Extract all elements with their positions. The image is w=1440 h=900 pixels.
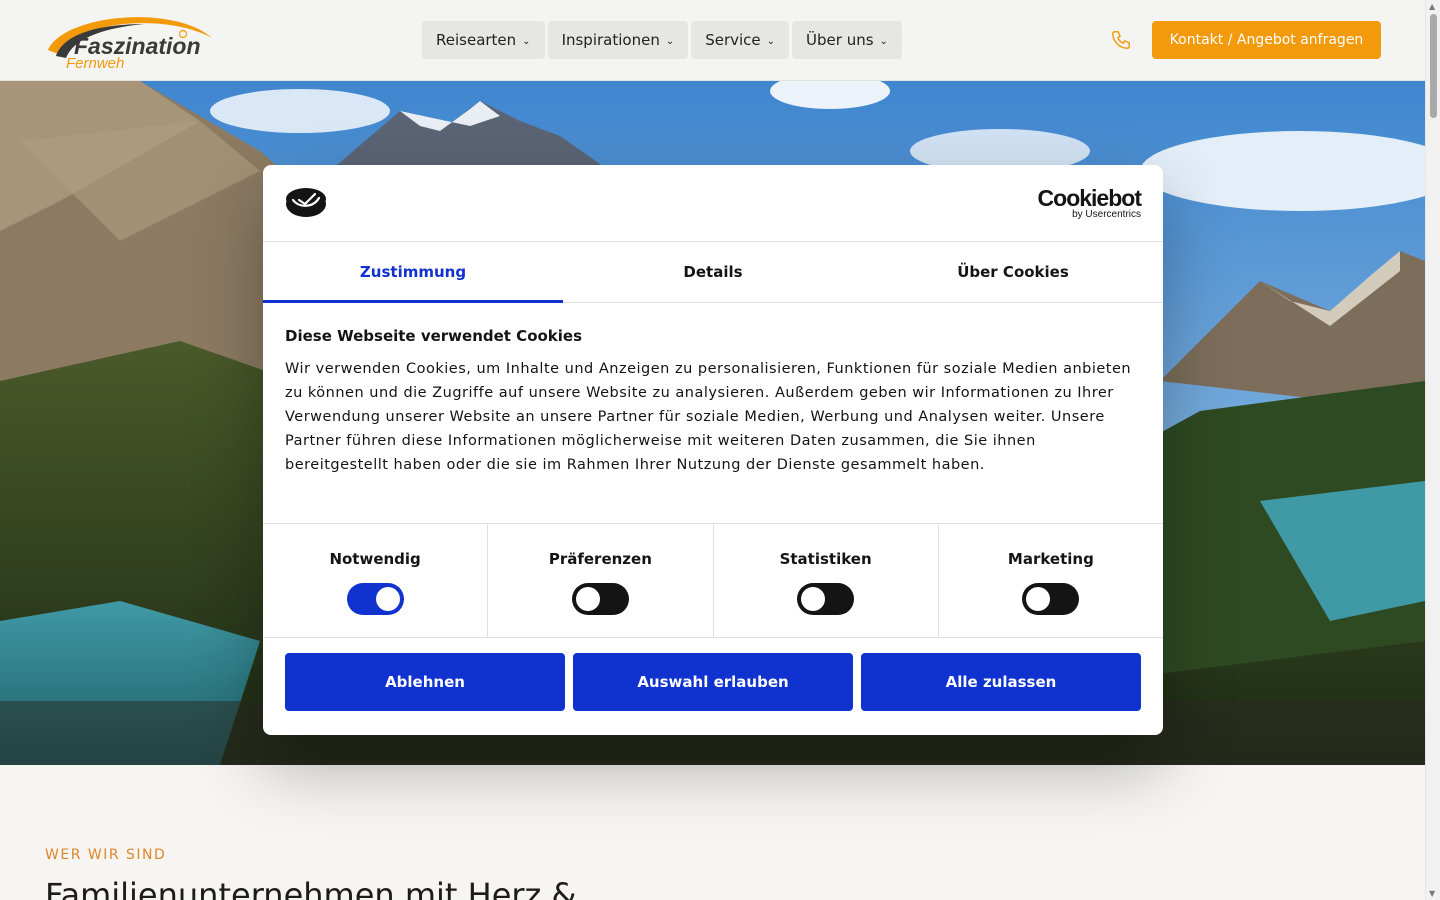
allow-all-button[interactable]: Alle zulassen (861, 653, 1141, 711)
tab-details[interactable]: Details (563, 242, 863, 302)
toggle-knob (801, 587, 826, 611)
section-title: Familienunternehmen mit Herz & (45, 876, 577, 900)
nav-item-label: Inspirationen (561, 31, 660, 49)
main-nav: Reisearten ⌄ Inspirationen ⌄ Service ⌄ Ü… (422, 21, 902, 59)
toggle-knob (375, 587, 400, 611)
scrollbar-thumb[interactable] (1430, 14, 1437, 118)
nav-item-label: Reisearten (436, 31, 517, 49)
cookiebot-name: Cookiebot (1037, 185, 1142, 211)
cookie-actions: Ablehnen Auswahl erlauben Alle zulassen (263, 638, 1163, 711)
nav-item-reisearten[interactable]: Reisearten ⌄ (422, 21, 545, 59)
contact-cta-button[interactable]: Kontakt / Angebot anfragen (1152, 21, 1381, 59)
toggle-statistiken[interactable] (797, 583, 855, 615)
cookie-tabs: Zustimmung Details Über Cookies (263, 242, 1163, 303)
cookie-body: Diese Webseite verwendet Cookies Wir ver… (263, 303, 1163, 524)
cookiebot-logo-icon (285, 186, 327, 222)
toggle-label: Präferenzen (548, 550, 652, 568)
chevron-down-icon: ⌄ (522, 35, 531, 47)
toggle-label: Notwendig (329, 550, 421, 568)
nav-item-inspirationen[interactable]: Inspirationen ⌄ (547, 21, 689, 59)
toggle-label: Statistiken (779, 550, 872, 568)
nav-item-service[interactable]: Service ⌄ (691, 21, 790, 59)
allow-selection-button[interactable]: Auswahl erlauben (573, 653, 853, 711)
nav-item-ueber-uns[interactable]: Über uns ⌄ (792, 21, 902, 59)
toggle-knob (575, 587, 600, 611)
toggle-notwendig[interactable] (346, 583, 404, 615)
cookie-title: Diese Webseite verwendet Cookies (285, 327, 583, 345)
toggle-label: Marketing (1007, 550, 1094, 568)
cookiebot-brand[interactable]: Cookiebot by Usercentrics (1037, 185, 1142, 221)
cookie-text: Wir verwenden Cookies, um Inhalte und An… (285, 361, 1132, 473)
toggle-praeferenzen[interactable] (571, 583, 629, 615)
toggle-group-notwendig: Notwendig (263, 524, 489, 637)
tab-ueber-cookies[interactable]: Über Cookies (863, 242, 1163, 302)
svg-text:Fernweh: Fernweh (66, 55, 124, 70)
cookie-category-toggles: Notwendig Präferenzen Statistiken Market… (263, 524, 1163, 638)
toggle-group-marketing: Marketing (939, 524, 1163, 637)
site-logo[interactable]: Faszination Fernweh (44, 10, 216, 72)
scroll-up-icon[interactable]: ▲ (1429, 2, 1435, 11)
page-scrollbar[interactable]: ▲ ▼ (1425, 0, 1440, 900)
toggle-group-statistiken: Statistiken (714, 524, 939, 637)
site-header: Faszination Fernweh Reisearten ⌄ Inspira… (0, 0, 1425, 81)
logo-swoosh-icon: Faszination Fernweh (48, 17, 212, 72)
toggle-group-praeferenzen: Präferenzen (488, 524, 714, 637)
scroll-down-icon[interactable]: ▼ (1429, 889, 1435, 898)
decline-button[interactable]: Ablehnen (285, 653, 565, 711)
chevron-down-icon: ⌄ (665, 35, 675, 47)
chevron-down-icon: ⌄ (879, 35, 888, 47)
section-eyebrow: WER WIR SIND (45, 847, 167, 863)
phone-icon[interactable] (1110, 29, 1132, 51)
nav-item-label: Über uns (806, 31, 874, 49)
toggle-knob (1026, 587, 1051, 611)
toggle-marketing[interactable] (1022, 583, 1080, 615)
tab-zustimmung[interactable]: Zustimmung (263, 242, 563, 303)
cookie-dialog-header: Cookiebot by Usercentrics (263, 165, 1163, 242)
nav-item-label: Service (705, 31, 761, 49)
chevron-down-icon: ⌄ (766, 35, 776, 47)
cookie-consent-dialog: Cookiebot by Usercentrics Zustimmung Det… (263, 165, 1163, 735)
